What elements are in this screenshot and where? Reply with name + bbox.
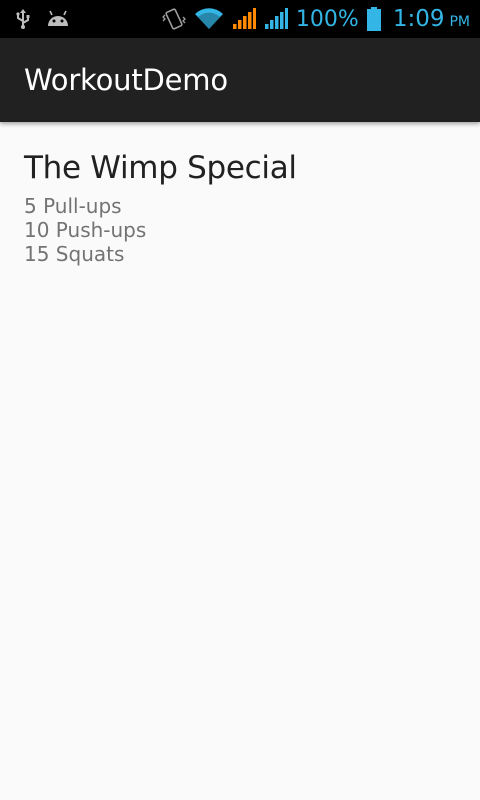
exercise-item: 15 Squats	[24, 242, 125, 266]
workout-detail: The Wimp Special 5 Pull-ups 10 Push-ups …	[0, 122, 480, 266]
notification-icons	[16, 9, 86, 29]
vibrate-icon	[161, 7, 186, 31]
usb-icon	[16, 9, 30, 29]
android-debug-icon	[46, 10, 70, 28]
clock-time: 1:09	[392, 6, 445, 32]
system-status-icons: 100% 1:09 PM	[154, 6, 470, 32]
status-clock: 1:09 PM	[393, 6, 470, 32]
status-bar: 100% 1:09 PM	[0, 0, 480, 38]
cell-signal-orange-icon	[232, 7, 256, 31]
battery-icon	[366, 7, 381, 31]
exercise-item: 5 Pull-ups	[24, 194, 122, 218]
battery-percent: 100%	[295, 6, 359, 32]
workout-title: The Wimp Special	[24, 150, 297, 186]
clock-ampm: PM	[449, 14, 470, 30]
cell-signal-blue-icon	[264, 7, 288, 31]
action-bar: WorkoutDemo	[0, 38, 480, 122]
app-title: WorkoutDemo	[24, 63, 228, 97]
wifi-icon	[194, 7, 224, 31]
exercise-item: 10 Push-ups	[24, 218, 147, 242]
